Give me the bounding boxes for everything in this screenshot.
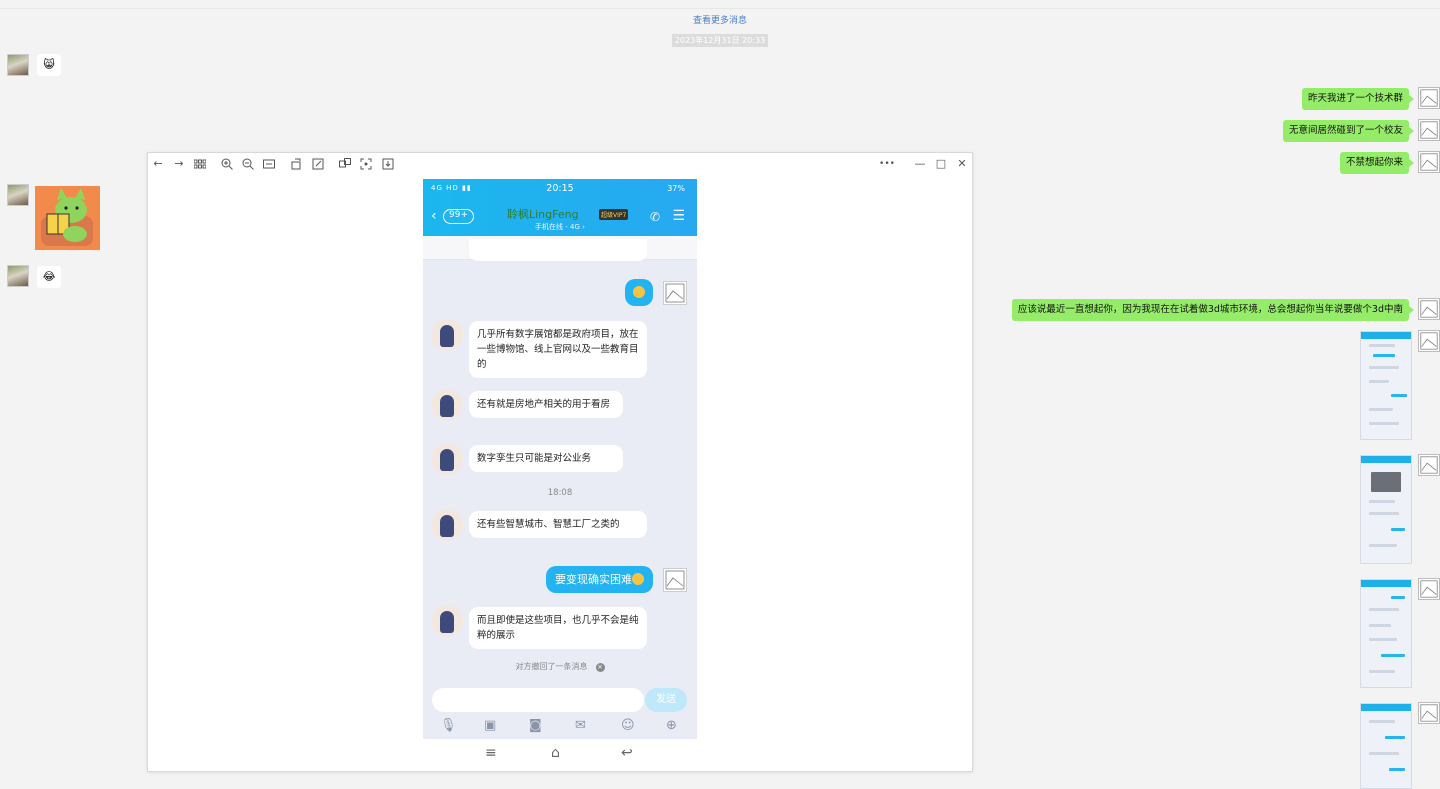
timestamp-badge: 2023年12月31日 20:33 <box>671 34 769 47</box>
received-message: 还有就是房地产相关的用于看房 <box>469 391 623 418</box>
sketch-avatar-icon <box>1420 332 1438 350</box>
cropped-message <box>469 239 647 261</box>
grid-icon[interactable] <box>192 156 208 172</box>
phone-time: 20:15 <box>546 183 574 194</box>
cat-sticker-icon <box>41 188 93 246</box>
contact-avatar[interactable] <box>7 54 29 76</box>
microphone-icon: 🎙 <box>440 718 457 733</box>
thinking-face-icon <box>633 286 645 298</box>
image-icon: ▣ <box>484 718 497 733</box>
received-message: 而且即使是这些项目，也几乎不会是纯粹的展示 <box>469 607 647 649</box>
zoom-out-icon[interactable] <box>240 156 256 172</box>
maximize-icon[interactable]: □ <box>933 156 949 172</box>
recall-notice: 对方撤回了一条消息 × <box>423 661 697 672</box>
recall-text: 对方撤回了一条消息 <box>515 662 588 671</box>
sketch-avatar-icon <box>1420 580 1438 598</box>
zoom-in-icon[interactable] <box>219 156 235 172</box>
plus-icon: ⊕ <box>666 718 677 733</box>
back-nav-icon: ↩ <box>621 745 633 761</box>
download-icon[interactable] <box>380 156 396 172</box>
received-message: 还有些智慧城市、智慧工厂之类的 <box>469 511 647 538</box>
message-input <box>432 688 644 712</box>
fit-icon[interactable] <box>261 156 277 172</box>
battery-indicator: 37% <box>667 184 685 193</box>
image-viewer-window: ← → ••• — □ ✕ 4G HD ▮▮ 20:15 37% ‹ 99+ 聆… <box>147 152 973 772</box>
outgoing-message[interactable]: 无意间居然碰到了一个校友 <box>1282 120 1415 142</box>
message-time: 18:08 <box>547 488 573 498</box>
timestamp-row: 2023年12月31日 20:33 <box>0 34 1440 47</box>
my-qq-avatar <box>663 281 687 305</box>
screenshot-thumbnail[interactable] <box>1360 331 1412 440</box>
message-input-row: 发送 <box>423 683 697 715</box>
my-avatar[interactable] <box>1418 454 1440 476</box>
received-message: 数字孪生只可能是对公业务 <box>469 445 623 472</box>
close-icon[interactable]: ✕ <box>954 156 970 172</box>
qq-chat-header: ‹ 99+ 聆枫LingFeng 超级VIP7 手机在线 - 4G › ✆ ☰ <box>423 200 697 236</box>
android-nav-bar: ≡ ⌂ ↩ <box>423 739 697 769</box>
viewer-toolbar: ← → ••• — □ ✕ <box>148 153 972 174</box>
menu-icon: ☰ <box>672 208 685 224</box>
scan-icon[interactable] <box>358 156 374 172</box>
outgoing-message[interactable]: 昨天我进了一个技术群 <box>1301 88 1415 110</box>
emoji-message[interactable]: 😂 <box>37 266 61 288</box>
sent-message-text: 要变现确实困难 <box>555 573 632 586</box>
sketch-avatar-icon <box>1420 89 1438 107</box>
back-icon[interactable]: ← <box>150 156 166 172</box>
contact-qq-avatar <box>431 389 463 421</box>
menu-nav-icon: ≡ <box>485 745 497 761</box>
sketch-avatar-icon <box>1420 153 1438 171</box>
my-avatar[interactable] <box>1418 87 1440 109</box>
sketch-avatar-icon <box>1420 704 1438 722</box>
forward-icon[interactable]: → <box>171 156 187 172</box>
close-circle-icon: × <box>595 663 605 672</box>
top-divider <box>0 8 1440 9</box>
sketch-avatar-icon <box>665 570 685 590</box>
contact-name: 聆枫LingFeng <box>507 208 579 221</box>
translate-icon[interactable] <box>337 156 353 172</box>
thinking-face-icon <box>632 573 644 585</box>
contact-qq-avatar <box>431 605 463 637</box>
sent-message: 要变现确实困难 <box>546 566 653 593</box>
contact-qq-avatar <box>431 509 463 541</box>
contact-avatar[interactable] <box>7 184 29 206</box>
phone-call-icon: ✆ <box>649 210 660 224</box>
outgoing-message[interactable]: 应该说最近一直想起你，因为我现在在试着做3d城市环境，总会想起你当年说要做个3d… <box>1011 299 1415 321</box>
sketch-avatar-icon <box>1420 456 1438 474</box>
cat-reading-sticker[interactable] <box>35 186 100 250</box>
edit-icon[interactable] <box>310 156 326 172</box>
phone-status-bar: 4G HD ▮▮ 20:15 37% <box>423 179 697 200</box>
my-avatar[interactable] <box>1418 578 1440 600</box>
my-qq-avatar <box>663 568 687 592</box>
send-button: 发送 <box>645 688 687 712</box>
camera-icon: ◙ <box>529 718 542 733</box>
my-avatar[interactable] <box>1418 330 1440 352</box>
contact-qq-avatar <box>431 443 463 475</box>
load-more-link[interactable]: 查看更多消息 <box>0 13 1440 26</box>
my-avatar[interactable] <box>1418 298 1440 320</box>
contact-qq-avatar <box>431 319 463 351</box>
emoji-icon: ☺ <box>621 718 635 733</box>
screenshot-thumbnail[interactable] <box>1360 579 1412 688</box>
contact-avatar[interactable] <box>7 265 29 287</box>
rotate-icon[interactable] <box>289 156 305 172</box>
minimize-icon[interactable]: — <box>912 156 928 172</box>
emoji-message[interactable]: 😸 <box>37 54 61 76</box>
sketch-avatar-icon <box>1420 121 1438 139</box>
screenshot-thumbnail[interactable] <box>1360 455 1412 564</box>
received-message: 几乎所有数字展馆都是政府项目，放在一些博物馆、线上官网以及一些教育目的 <box>469 321 647 378</box>
red-packet-icon: ✉ <box>575 718 586 733</box>
outgoing-message[interactable]: 不禁想起你来 <box>1339 152 1415 174</box>
my-emoji-message <box>625 279 653 306</box>
input-toolbar: 🎙 ▣ ◙ ✉ ☺ ⊕ <box>423 715 697 739</box>
screenshot-thumbnail[interactable] <box>1360 703 1412 789</box>
sketch-avatar-icon <box>665 283 685 303</box>
my-avatar[interactable] <box>1418 151 1440 173</box>
my-avatar[interactable] <box>1418 702 1440 724</box>
sketch-avatar-icon <box>1420 300 1438 318</box>
home-nav-icon: ⌂ <box>551 745 560 761</box>
my-avatar[interactable] <box>1418 119 1440 141</box>
vip-badge: 超级VIP7 <box>599 209 629 220</box>
more-icon[interactable]: ••• <box>879 156 895 172</box>
phone-screenshot: 4G HD ▮▮ 20:15 37% ‹ 99+ 聆枫LingFeng 超级VI… <box>423 179 697 739</box>
